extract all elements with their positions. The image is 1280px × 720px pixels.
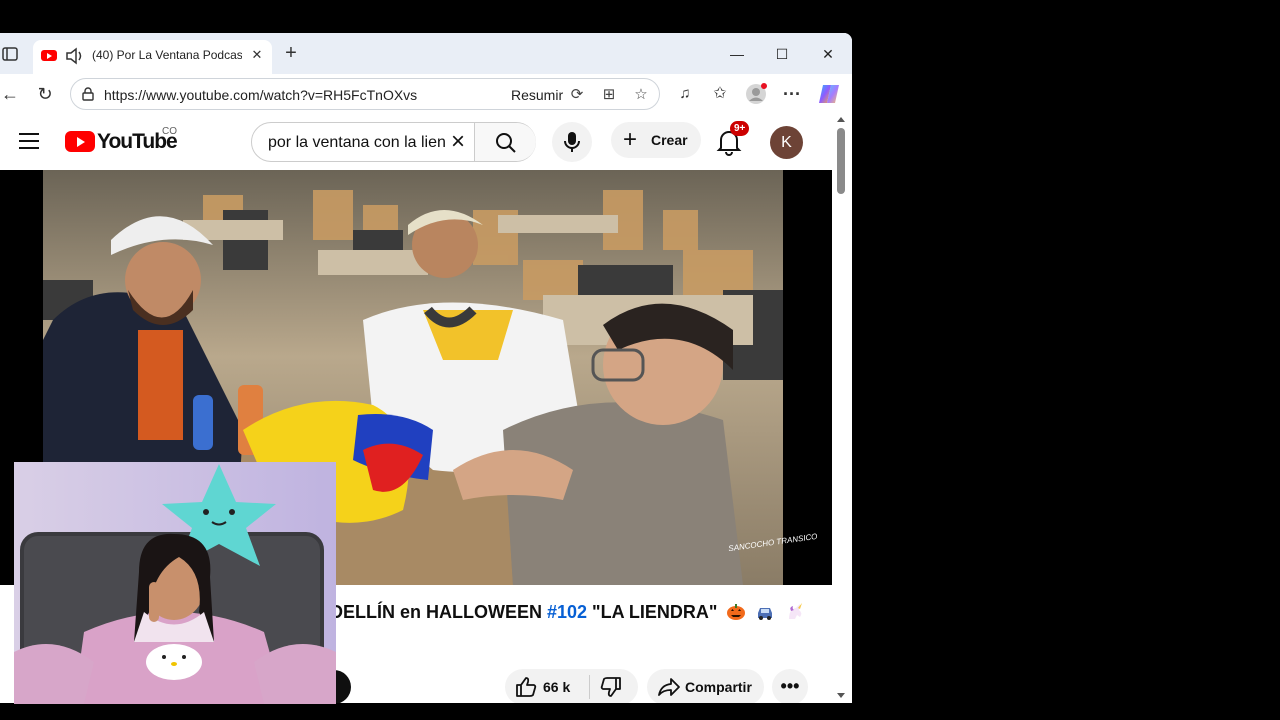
country-code: CO [162, 126, 177, 137]
refresh-icon[interactable]: ↻ [33, 82, 57, 106]
share-label: Compartir [685, 679, 752, 695]
share-icon [658, 678, 680, 696]
car-icon [758, 608, 773, 620]
thumbs-down-icon[interactable] [599, 675, 623, 699]
search-box[interactable]: por la ventana con la lien × [251, 122, 536, 162]
notification-count-badge: 9+ [730, 121, 750, 136]
minimize-icon[interactable]: — [726, 43, 748, 65]
new-tab-icon[interactable]: + [282, 43, 300, 63]
plus-icon: + [623, 126, 638, 153]
thumbs-up-icon[interactable] [514, 675, 538, 699]
menu-icon[interactable] [19, 133, 39, 149]
like-divider [589, 675, 590, 699]
desktop: (40) Por La Ventana Podcast ✕ + — ☐ ✕ ← … [0, 0, 1280, 720]
youtube-masthead: YouTube CO por la ventana con la lien × [0, 114, 832, 170]
favorite-star-icon[interactable]: ☆ [631, 85, 651, 105]
more-actions-button[interactable]: ••• [772, 669, 808, 703]
tab-title: (40) Por La Ventana Podcast [92, 48, 242, 62]
title-suffix: "LA LIENDRA" [587, 602, 718, 622]
search-input[interactable]: por la ventana con la lien [268, 134, 448, 152]
back-icon[interactable]: ← [0, 82, 22, 106]
reading-mode-icon[interactable]: ♫ [673, 82, 697, 106]
share-button[interactable]: Compartir [647, 669, 764, 703]
maximize-icon[interactable]: ☐ [771, 43, 793, 65]
video-title: DELLÍN en HALLOWEEN #102 "LA LIENDRA" [330, 602, 805, 623]
voice-search-button[interactable] [552, 122, 592, 162]
browser-toolbar: ← ↻ https://www.youtube.com/watch?v=RH5F… [0, 74, 852, 114]
tab-strip: (40) Por La Ventana Podcast ✕ + — ☐ ✕ [0, 33, 852, 74]
scrollbar-thumb[interactable] [837, 128, 845, 194]
scroll-up-icon[interactable] [837, 117, 845, 122]
profile-icon[interactable] [744, 82, 768, 106]
settings-more-icon[interactable]: ··· [780, 82, 804, 106]
apps-icon[interactable]: ⊞ [599, 85, 619, 105]
microphone-icon [564, 132, 580, 152]
youtube-logo-icon[interactable] [65, 131, 95, 152]
create-button[interactable]: + Crear [611, 122, 701, 158]
tab-actions-icon[interactable] [0, 43, 22, 65]
translate-icon[interactable]: ⟳ [567, 85, 587, 105]
title-hashtag-link[interactable]: #102 [547, 602, 587, 622]
favorites-icon[interactable]: ✩ [708, 82, 732, 106]
account-avatar[interactable]: K [770, 126, 803, 159]
search-button[interactable] [474, 123, 536, 161]
search-icon [496, 133, 516, 153]
address-bar[interactable]: https://www.youtube.com/watch?v=RH5FcTnO… [70, 78, 660, 110]
copilot-icon[interactable] [817, 82, 841, 106]
summarize-button[interactable]: Resumir [511, 87, 563, 103]
jack-o-lantern-icon [727, 604, 746, 620]
like-dislike-group: 66 k [505, 669, 638, 703]
webcam-overlay [14, 462, 336, 704]
tab-close-icon[interactable]: ✕ [249, 47, 265, 63]
speaker-icon[interactable] [65, 47, 85, 65]
url-text[interactable]: https://www.youtube.com/watch?v=RH5FcTnO… [104, 87, 417, 103]
unicorn-icon [788, 603, 802, 619]
page-scrollbar[interactable] [832, 114, 852, 703]
create-label: Crear [651, 132, 688, 148]
title-prefix: DELLÍN en HALLOWEEN [330, 602, 547, 622]
scroll-down-icon[interactable] [837, 693, 845, 698]
window-close-icon[interactable]: ✕ [817, 43, 839, 65]
tab-youtube[interactable]: (40) Por La Ventana Podcast ✕ [33, 40, 272, 74]
youtube-favicon-icon [41, 50, 57, 61]
clear-search-icon[interactable]: × [445, 129, 471, 155]
like-count[interactable]: 66 k [543, 679, 570, 695]
lock-icon[interactable] [81, 87, 95, 101]
